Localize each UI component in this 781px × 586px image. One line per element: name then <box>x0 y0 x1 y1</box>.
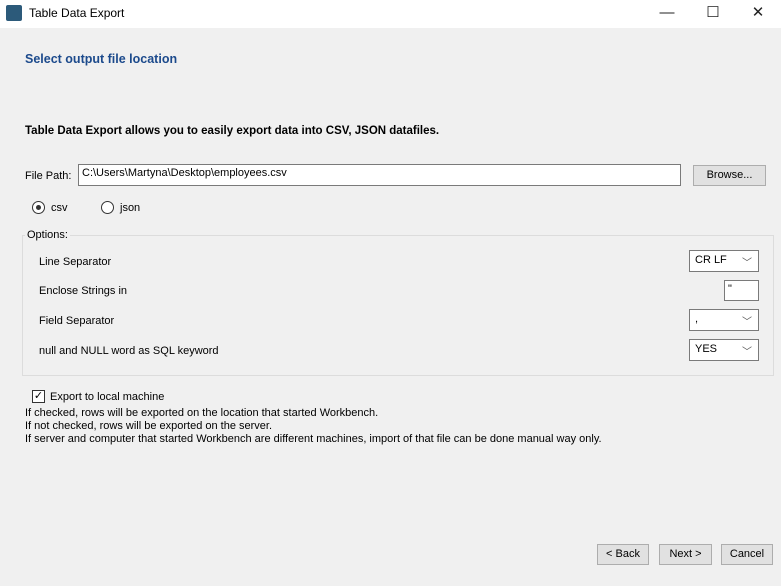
next-button[interactable]: Next > <box>659 544 712 565</box>
line-separator-select[interactable]: CR LF ﹀ <box>689 250 759 272</box>
null-keyword-value: YES <box>695 343 718 355</box>
export-local-label: Export to local machine <box>50 391 165 403</box>
cancel-button[interactable]: Cancel <box>721 544 773 565</box>
close-button[interactable]: ✕ <box>735 0 781 28</box>
json-radio[interactable] <box>101 201 114 214</box>
line-separator-label: Line Separator <box>39 256 112 268</box>
field-separator-select[interactable]: , ﹀ <box>689 309 759 331</box>
chevron-down-icon: ﹀ <box>742 347 752 358</box>
intro-text: Table Data Export allows you to easily e… <box>25 125 440 137</box>
options-title: Options: <box>25 229 70 241</box>
chevron-down-icon: ﹀ <box>742 317 752 328</box>
browse-button[interactable]: Browse... <box>693 165 766 186</box>
window-title: Table Data Export <box>29 6 125 20</box>
title-bar: Table Data Export — ☐ ✕ <box>0 0 781 28</box>
enclose-strings-label: Enclose Strings in <box>39 285 128 297</box>
file-path-input[interactable]: C:\Users\Martyna\Desktop\employees.csv <box>78 164 681 186</box>
line-separator-value: CR LF <box>695 254 727 266</box>
csv-label: csv <box>51 202 68 214</box>
chevron-down-icon: ﹀ <box>742 258 752 269</box>
export-local-help: If checked, rows will be exported on the… <box>25 407 602 446</box>
help-line: If server and computer that started Work… <box>25 433 602 445</box>
field-separator-label: Field Separator <box>39 315 115 327</box>
minimize-button[interactable]: — <box>644 0 690 28</box>
page-heading: Select output file location <box>25 52 178 66</box>
null-keyword-select[interactable]: YES ﹀ <box>689 339 759 361</box>
app-icon <box>6 5 22 21</box>
export-local-checkbox[interactable]: ✓ <box>32 390 45 403</box>
enclose-strings-input[interactable]: " <box>724 280 759 301</box>
back-button[interactable]: < Back <box>597 544 649 565</box>
maximize-button[interactable]: ☐ <box>690 0 736 28</box>
csv-radio[interactable] <box>32 201 45 214</box>
json-label: json <box>120 202 141 214</box>
file-path-label: File Path: <box>25 170 72 182</box>
help-line: If checked, rows will be exported on the… <box>25 407 379 419</box>
help-line: If not checked, rows will be exported on… <box>25 420 273 432</box>
field-separator-value: , <box>695 313 699 325</box>
null-keyword-label: null and NULL word as SQL keyword <box>39 345 219 357</box>
